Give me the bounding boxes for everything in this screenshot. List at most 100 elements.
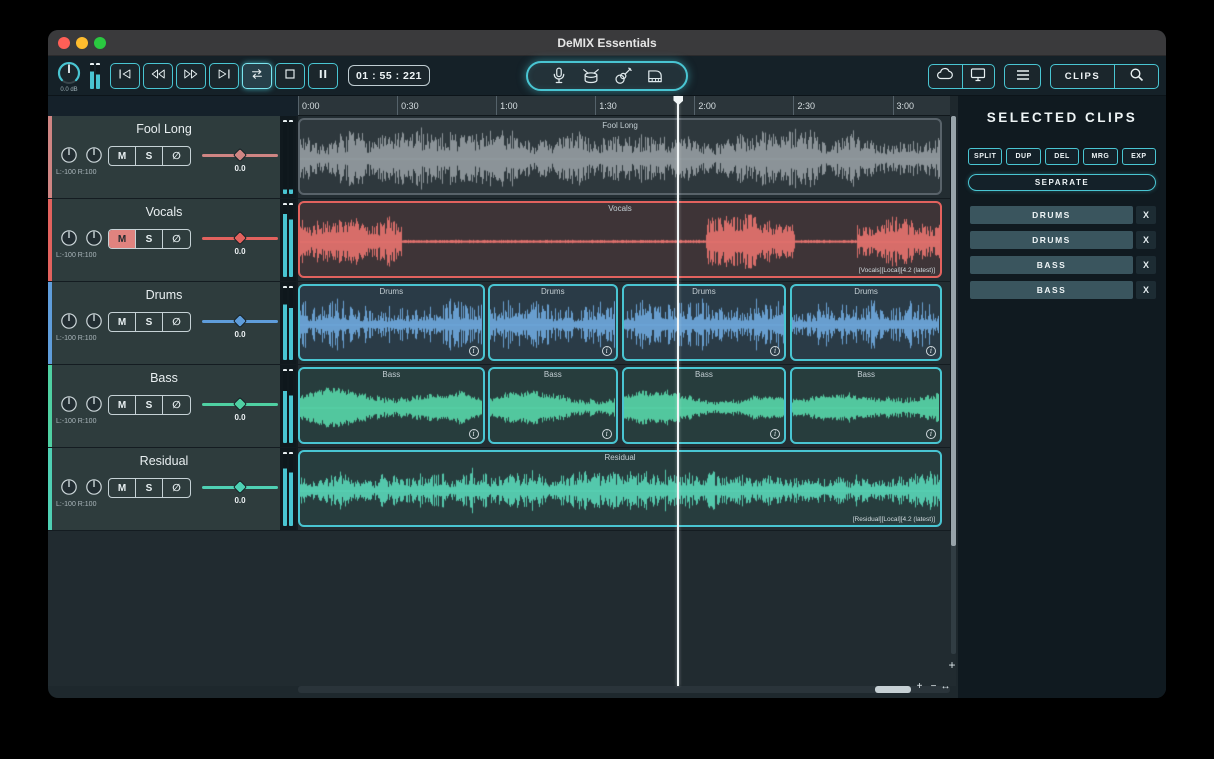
selected-clip-label[interactable]: BASS [970, 281, 1133, 299]
volume-slider[interactable] [202, 395, 278, 413]
guitar-icon[interactable] [614, 67, 632, 85]
selected-clip-label[interactable]: DRUMS [970, 231, 1133, 249]
audio-clip[interactable]: Residual [Residual][Local][4.2 (latest)] [298, 450, 942, 527]
track-lane[interactable]: Residual [Residual][Local][4.2 (latest)] [298, 448, 950, 530]
slider-thumb[interactable] [233, 231, 247, 245]
horizontal-scrollbar[interactable] [298, 686, 950, 693]
zoom-window-button[interactable] [94, 37, 106, 49]
volume-slider[interactable] [202, 229, 278, 247]
solo-button[interactable]: S [136, 147, 163, 165]
mute-button[interactable]: M [109, 313, 136, 331]
selected-clip-label[interactable]: BASS [970, 256, 1133, 274]
vertical-scrollbar-thumb[interactable] [951, 116, 956, 546]
gain-knob[interactable] [60, 395, 78, 413]
timeline-ruler[interactable]: 0:000:301:001:302:002:303:00 [298, 96, 950, 116]
audio-clip[interactable]: Drums i [488, 284, 618, 361]
audio-clip[interactable]: Bass i [790, 367, 942, 444]
phase-button[interactable]: ∅ [163, 396, 190, 414]
phase-button[interactable]: ∅ [163, 479, 190, 497]
remove-clip-button[interactable]: X [1136, 206, 1156, 224]
slider-thumb[interactable] [233, 480, 247, 494]
slider-thumb[interactable] [233, 148, 247, 162]
solo-button[interactable]: S [136, 313, 163, 331]
audio-clip[interactable]: Drums i [622, 284, 786, 361]
volume-slider[interactable] [202, 146, 278, 164]
loop-button[interactable] [242, 63, 272, 89]
track-header[interactable]: Vocals M S ∅ 0.0 [48, 199, 280, 281]
info-badge-icon[interactable]: i [602, 346, 612, 356]
monitor-button[interactable] [962, 65, 995, 88]
stem-selector[interactable] [526, 61, 688, 91]
mrg-button[interactable]: MRG [1083, 148, 1117, 165]
close-window-button[interactable] [58, 37, 70, 49]
piano-icon[interactable] [646, 67, 664, 85]
pause-button[interactable] [308, 63, 338, 89]
audio-clip[interactable]: Vocals [Vocals][Local][4.2 (latest)] [298, 201, 942, 278]
horizontal-scrollbar-thumb[interactable] [875, 686, 911, 693]
track-lane[interactable]: Fool Long [298, 116, 950, 198]
search-button[interactable] [1114, 65, 1158, 88]
playhead[interactable] [677, 96, 679, 686]
dup-button[interactable]: DUP [1006, 148, 1040, 165]
mute-button[interactable]: M [109, 479, 136, 497]
mute-button[interactable]: M [109, 147, 136, 165]
split-button[interactable]: SPLIT [968, 148, 1002, 165]
solo-button[interactable]: S [136, 396, 163, 414]
minimize-window-button[interactable] [76, 37, 88, 49]
remove-clip-button[interactable]: X [1136, 256, 1156, 274]
phase-button[interactable]: ∅ [163, 147, 190, 165]
exp-button[interactable]: EXP [1122, 148, 1156, 165]
selected-clip-label[interactable]: DRUMS [970, 206, 1133, 224]
info-badge-icon[interactable]: i [469, 429, 479, 439]
master-gain-knob[interactable] [56, 60, 82, 86]
track-header[interactable]: Residual M S ∅ 0 [48, 448, 280, 530]
rewind-button[interactable] [143, 63, 173, 89]
fast-forward-button[interactable] [176, 63, 206, 89]
info-badge-icon[interactable]: i [602, 429, 612, 439]
track-header[interactable]: Drums M S ∅ 0.0 [48, 282, 280, 364]
track-lane[interactable]: Drums i Drums i Drums i Drums i [298, 282, 950, 364]
pan-knob[interactable] [85, 478, 103, 496]
del-button[interactable]: DEL [1045, 148, 1079, 165]
remove-clip-button[interactable]: X [1136, 231, 1156, 249]
separate-button[interactable]: SEPARATE [968, 174, 1156, 191]
track-lane[interactable]: Bass i Bass i Bass i Bass i [298, 365, 950, 447]
pan-knob[interactable] [85, 146, 103, 164]
drums-icon[interactable] [582, 67, 600, 85]
solo-button[interactable]: S [136, 479, 163, 497]
mute-button[interactable]: M [109, 396, 136, 414]
track-header[interactable]: Bass M S ∅ 0.0 [48, 365, 280, 447]
pan-knob[interactable] [85, 395, 103, 413]
audio-clip[interactable]: Bass i [622, 367, 786, 444]
vertical-scrollbar[interactable] [951, 116, 956, 654]
solo-button[interactable]: S [136, 230, 163, 248]
pan-knob[interactable] [85, 229, 103, 247]
audio-clip[interactable]: Bass i [488, 367, 618, 444]
track-header[interactable]: Fool Long M S ∅ [48, 116, 280, 198]
info-badge-icon[interactable]: i [926, 429, 936, 439]
gain-knob[interactable] [60, 478, 78, 496]
track-lane[interactable]: Vocals [Vocals][Local][4.2 (latest)] [298, 199, 950, 281]
zoom-fit-button[interactable]: ↔ [939, 681, 952, 692]
cloud-button[interactable] [929, 65, 962, 88]
audio-clip[interactable]: Drums i [298, 284, 485, 361]
info-badge-icon[interactable]: i [926, 346, 936, 356]
volume-slider[interactable] [202, 312, 278, 330]
microphone-icon[interactable] [550, 67, 568, 85]
info-badge-icon[interactable]: i [469, 346, 479, 356]
gain-knob[interactable] [60, 312, 78, 330]
audio-clip[interactable]: Drums i [790, 284, 942, 361]
pan-knob[interactable] [85, 312, 103, 330]
stop-button[interactable] [275, 63, 305, 89]
skip-end-button[interactable] [209, 63, 239, 89]
audio-clip[interactable]: Bass i [298, 367, 485, 444]
gain-knob[interactable] [60, 229, 78, 247]
phase-button[interactable]: ∅ [163, 313, 190, 331]
gain-knob[interactable] [60, 146, 78, 164]
mute-button[interactable]: M [109, 230, 136, 248]
slider-thumb[interactable] [233, 397, 247, 411]
volume-slider[interactable] [202, 478, 278, 496]
audio-clip[interactable]: Fool Long [298, 118, 942, 195]
zoom-in-button[interactable]: + [913, 681, 926, 692]
phase-button[interactable]: ∅ [163, 230, 190, 248]
